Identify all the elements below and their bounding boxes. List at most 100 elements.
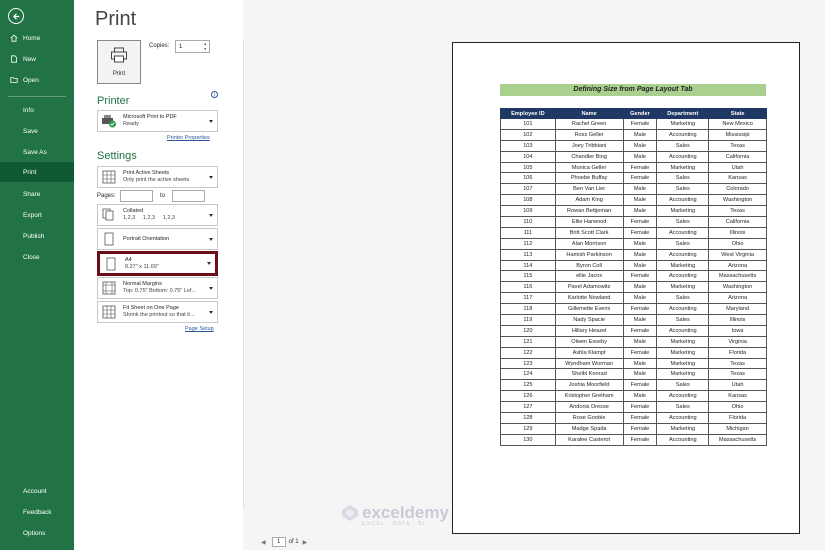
table-cell: Ashla Klampt: [554, 346, 624, 359]
table-cell: Joey Tribbiani: [554, 139, 624, 152]
print-what-sub: Only print the active sheets: [123, 177, 190, 183]
nav-share[interactable]: Share: [0, 184, 74, 204]
table-cell: Karlotte Nowland: [554, 292, 624, 305]
table-cell: 115: [500, 270, 556, 283]
nav-options[interactable]: Options: [0, 523, 74, 543]
scaling-dropdown[interactable]: Fit Sheet on One Page Shrink the printout…: [97, 301, 218, 323]
table-row: 106 Phoebe Buffay Female Sales Kansas: [500, 172, 767, 185]
table-cell: Male: [622, 292, 658, 305]
nav-open[interactable]: Open: [0, 70, 74, 90]
table-cell: Male: [622, 357, 658, 370]
column-header: Gender: [622, 108, 658, 119]
table-row: 121 Olwen Esseby Male Marketing Virginia: [500, 335, 767, 348]
table-cell: Male: [622, 314, 658, 326]
table-cell: Wyndham Worman: [554, 357, 624, 370]
table-cell: Sales: [656, 314, 710, 326]
table-cell: Madge Spada: [554, 422, 624, 435]
open-folder-icon: [10, 76, 18, 84]
nav-info[interactable]: Info: [0, 100, 74, 120]
nav-close[interactable]: Close: [0, 247, 74, 267]
table-cell: Marketing: [656, 335, 710, 348]
chevron-down-icon: [209, 175, 213, 179]
nav-home[interactable]: Home: [0, 28, 74, 48]
table-cell: Female: [622, 161, 658, 174]
table-cell: Female: [622, 433, 658, 446]
collation-title: Collated: [123, 208, 144, 214]
back-arrow-icon[interactable]: [8, 8, 24, 24]
copies-spinner-icon[interactable]: ▲ ▼: [204, 42, 207, 52]
table-cell: Pavel Adamowitz: [554, 281, 624, 294]
nav-label: Feedback: [23, 508, 52, 516]
employee-table: Employee ID Name Gender Department State…: [500, 108, 767, 446]
pages-to-input[interactable]: [172, 190, 205, 202]
margins-dropdown[interactable]: Normal Margins Top: 0.75" Bottom: 0.75" L…: [97, 277, 218, 299]
nav-save-as[interactable]: Save As: [0, 142, 74, 162]
table-row: 116 Pavel Adamowitz Male Marketing Washingto…: [500, 281, 767, 294]
table-cell: Rose Gooble: [554, 412, 624, 424]
table-cell: Ohio: [708, 401, 767, 414]
info-icon[interactable]: i: [211, 91, 218, 98]
table-cell: Male: [622, 335, 658, 348]
to-label: to: [160, 193, 166, 199]
nav-print[interactable]: Print: [0, 162, 74, 182]
table-cell: 101: [500, 118, 556, 130]
nav-publish[interactable]: Publish: [0, 226, 74, 246]
table-cell: Marketing: [656, 368, 710, 381]
nav-export[interactable]: Export: [0, 205, 74, 225]
watermark-logo-icon: [340, 503, 360, 528]
table-cell: Andonis Dresse: [554, 401, 624, 414]
nav-feedback[interactable]: Feedback: [0, 502, 74, 522]
chevron-down-icon: [207, 262, 211, 265]
table-row: 115 ellie Jacox Female Accounting Massachuse…: [500, 270, 767, 283]
nav-label: Close: [23, 253, 40, 261]
table-cell: Marketing: [656, 346, 710, 359]
margins-sub: Top: 0.75" Bottom: 0.75" Lef...: [123, 288, 197, 294]
table-cell: 102: [500, 128, 556, 141]
paper-page-icon: [103, 256, 119, 272]
watermark-subtext: EXCEL · DATA · BI: [362, 521, 426, 527]
table-cell: Rowan Bettjeman: [554, 205, 624, 218]
table-cell: Accounting: [656, 270, 710, 283]
collation-dropdown[interactable]: Collated 1,2,3 1,2,3 1,2,3: [97, 204, 218, 226]
table-cell: 127: [500, 401, 556, 414]
table-cell: Accounting: [656, 433, 710, 446]
nav-label: Open: [23, 76, 39, 84]
table-row: 120 Hillary Heazel Female Accounting Iowa: [500, 324, 767, 337]
table-cell: Marketing: [656, 422, 710, 435]
table-cell: Male: [622, 281, 658, 294]
nav-save[interactable]: Save: [0, 121, 74, 141]
table-row: 130 Karalee Casterot Female Accounting Massa…: [500, 433, 767, 446]
table-cell: 113: [500, 248, 556, 261]
table-cell: Sales: [656, 183, 710, 196]
table-cell: Male: [622, 259, 658, 272]
table-cell: Britt Scott Clark: [554, 226, 624, 239]
printer-dropdown[interactable]: Microsoft Print to PDF Ready: [97, 110, 218, 132]
print-button[interactable]: Print: [97, 40, 141, 84]
orientation-dropdown[interactable]: Portrait Orientation: [97, 228, 218, 250]
print-what-dropdown[interactable]: Print Active Sheets Only print the active…: [97, 166, 218, 188]
table-cell: Female: [622, 216, 658, 228]
nav-account[interactable]: Account: [0, 481, 74, 501]
page-setup-link[interactable]: Page Setup: [185, 326, 214, 332]
current-page-input[interactable]: 1: [271, 537, 286, 547]
paper-size-dropdown[interactable]: A4 8.27" x 11.69": [97, 251, 218, 276]
chevron-down-icon: [209, 237, 213, 241]
pages-from-input[interactable]: [120, 190, 153, 202]
table-row: 113 Hamish Parkinson Male Accounting West Vi…: [500, 248, 767, 261]
printer-properties-link[interactable]: Printer Properties: [167, 135, 210, 141]
table-row: 109 Rowan Bettjeman Male Marketing Texas: [500, 205, 767, 218]
previous-page-icon[interactable]: ◀: [261, 539, 266, 546]
copies-value: 1: [179, 43, 183, 50]
table-cell: 108: [500, 194, 556, 207]
table-cell: Illinois: [708, 314, 767, 326]
scaling-title: Fit Sheet on One Page: [123, 305, 179, 311]
table-cell: 120: [500, 324, 556, 337]
next-page-icon[interactable]: ▶: [303, 539, 308, 546]
table-cell: 123: [500, 357, 556, 370]
table-cell: Hillary Heazel: [554, 324, 624, 337]
copies-input[interactable]: 1 ▲ ▼: [175, 40, 210, 53]
printer-status: Ready: [123, 121, 139, 127]
nav-new[interactable]: New: [0, 49, 74, 69]
table-cell: Massachusetts: [708, 433, 767, 446]
table-cell: Karalee Casterot: [554, 433, 624, 446]
